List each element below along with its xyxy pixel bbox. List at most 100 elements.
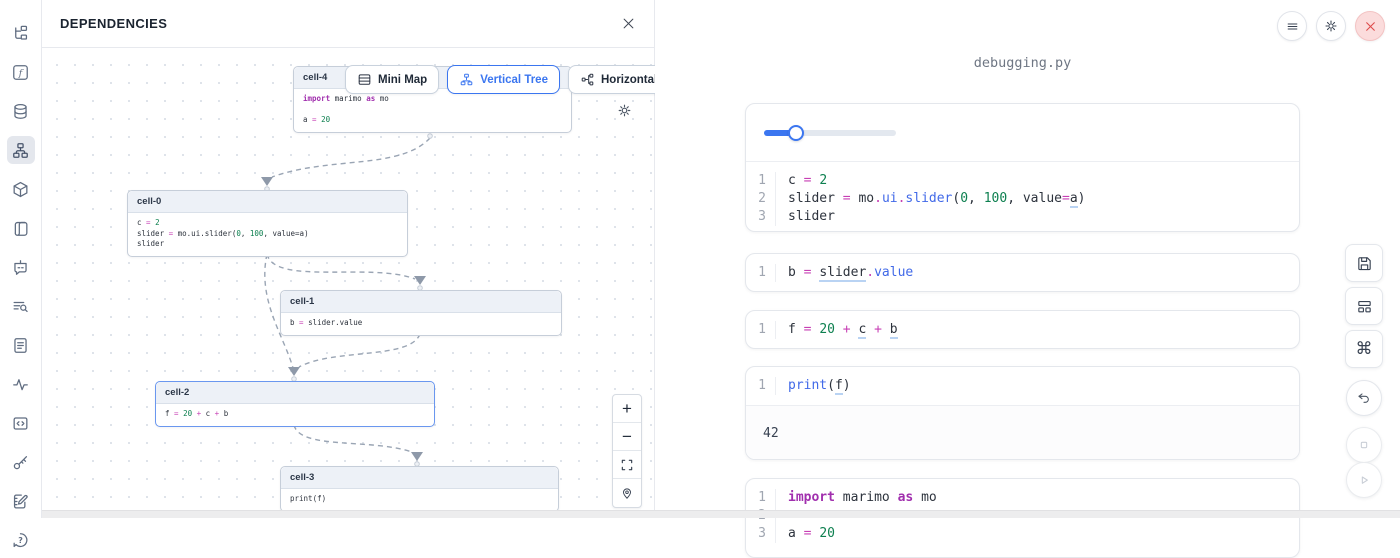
sidebar-item-variables[interactable]: f [7,58,35,86]
cell-editor[interactable]: 1print(f) [746,367,1299,405]
horizontal-scrollbar[interactable] [42,510,1400,518]
function-icon: f [11,63,30,82]
line-number: 1 [746,377,776,395]
notebook-filename: debugging.py [745,55,1300,71]
save-icon [1356,255,1373,272]
run-button[interactable] [1346,462,1382,498]
dependencies-header: DEPENDENCIES [42,0,654,48]
mini-map-label: Mini Map [378,74,427,86]
code-token: , [968,191,984,206]
notebook-cell-print[interactable]: 1print(f) 42 [745,366,1300,460]
code-token: value [874,265,913,280]
gear-icon [1323,18,1339,34]
cell-output-area [746,104,1299,162]
undo-button[interactable] [1346,380,1382,416]
code-token: + [835,322,858,337]
code-token: . [866,265,874,280]
help-icon: ? [11,531,30,550]
close-icon[interactable] [621,16,636,31]
code-token: = [164,229,178,238]
notebook-cell-slider[interactable]: 1c = 22slider = mo.ui.slider(0, 100, val… [745,103,1300,232]
sidebar-item-ai-chat[interactable] [7,253,35,281]
sidebar-item-tracing[interactable] [7,370,35,398]
code-token: f [835,378,843,395]
cell-editor[interactable]: 1c = 22slider = mo.ui.slider(0, 100, val… [746,162,1299,232]
line-number: 3 [746,208,776,226]
sidebar-rail: f ? [0,0,42,518]
save-button[interactable] [1345,244,1383,282]
cell-editor[interactable]: 1b = slider.value [746,254,1299,292]
sidebar-item-datasources[interactable] [7,97,35,125]
graph-code-line: import marimo as mo [303,94,562,105]
sidebar-item-packages[interactable] [7,175,35,203]
notebook-cell-b[interactable]: 1b = slider.value [745,253,1300,292]
graph-code-line: slider [137,239,398,250]
panel-title: DEPENDENCIES [60,16,167,31]
code-token: + [866,322,889,337]
mini-map-icon [357,72,372,87]
notebook-cell-import[interactable]: 1import marimo as mo2 3a = 20 [745,478,1300,558]
sidebar-item-documentation[interactable] [7,331,35,359]
shutdown-button[interactable] [1355,11,1385,41]
sidebar-item-dependency-graph[interactable] [7,136,35,164]
menu-button[interactable] [1277,11,1307,41]
cell-editor[interactable]: 1f = 20 + c + b [746,311,1299,349]
code-line: f = 20 + c + b [776,321,898,339]
settings-button[interactable] [1316,11,1346,41]
horizontal-tree-button[interactable]: Horizontal Tree [568,65,655,94]
stop-button[interactable] [1346,427,1382,463]
slider-thumb[interactable] [788,125,804,141]
graph-cell-1[interactable]: cell-1 b = slider.value [280,290,562,336]
code-token: print(f) [290,494,326,503]
code-token: 20 [321,115,330,124]
code-token: slider [819,265,866,282]
fit-view-button[interactable] [613,479,641,507]
zoom-in-button[interactable]: + [613,395,641,423]
slider-widget[interactable] [764,130,896,136]
graph-cell-2[interactable]: cell-2 f = 20 + c + b [155,381,435,427]
code-token: + [192,409,206,418]
shortcuts-button[interactable]: ⌘ [1345,330,1383,368]
code-token: mo [858,191,874,206]
sidebar-item-help[interactable]: ? [7,526,35,554]
code-token: = [796,173,819,188]
horizontal-tree-icon [580,72,595,87]
horizontal-tree-label: Horizontal Tree [601,74,655,86]
sidebar-item-logs[interactable] [7,214,35,242]
graph-code-line: slider = mo.ui.slider(0, 100, value=a) [137,229,398,240]
sidebar-item-table-of-contents[interactable] [7,292,35,320]
sidebar-item-secrets[interactable] [7,448,35,476]
layout-button[interactable] [1345,287,1383,325]
mini-map-button[interactable]: Mini Map [345,65,439,94]
line-number: 1 [746,172,776,190]
notebook-cell-f[interactable]: 1f = 20 + c + b [745,310,1300,349]
code-token: 2 [819,173,827,188]
layout-panels-icon [1356,298,1373,315]
code-token: print [788,378,827,393]
code-line: slider [776,208,835,226]
code-token: b [788,265,796,280]
graph-code-line: a = 20 [303,115,562,126]
graph-cell-0[interactable]: cell-0 c = 2slider = mo.ui.slider(0, 100… [127,190,408,257]
map-pin-icon [620,486,634,500]
vertical-tree-button[interactable]: Vertical Tree [447,65,560,94]
code-token: = [796,322,819,337]
sidebar-item-scratchpad[interactable] [7,487,35,515]
code-token: + [210,409,224,418]
sidebar-item-snippets[interactable] [7,409,35,437]
zoom-out-button[interactable]: − [613,423,641,451]
fullscreen-button[interactable] [613,451,641,479]
graph-settings-icon[interactable] [616,102,633,119]
code-row: 1f = 20 + c + b [746,321,1299,339]
chat-bot-icon [11,258,30,277]
sidebar-item-file-explorer[interactable] [7,19,35,47]
package-icon [11,180,30,199]
code-line: a = 20 [776,525,835,543]
code-token: . [874,191,882,206]
code-token: 20 [183,409,192,418]
code-token: 20 [819,322,835,337]
code-token: slider [788,209,835,224]
dependency-graph-canvas[interactable]: Mini Map Vertical Tree Horizontal Tree c… [42,48,655,511]
graph-cell-3[interactable]: cell-3 print(f) [280,466,559,511]
code-token: mo.ui.slider( [178,229,237,238]
